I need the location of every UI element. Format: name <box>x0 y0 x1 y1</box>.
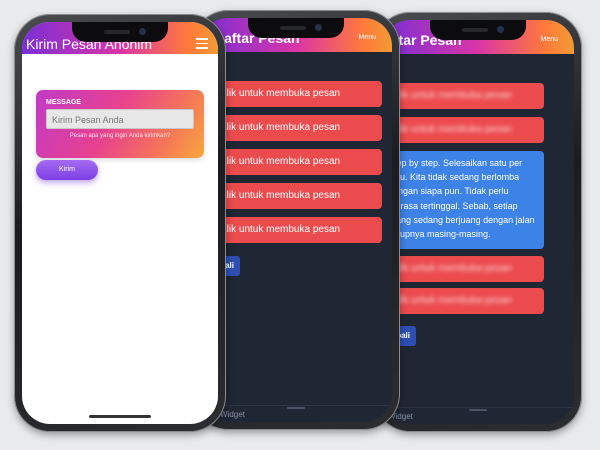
message-item[interactable]: Klik untuk membuka pesan <box>200 115 382 141</box>
send-message-screen: Kirim Pesan Anonim MESSAGE Kirim Pesan A… <box>22 22 218 424</box>
camera-icon <box>139 28 146 35</box>
hamburger-icon[interactable] <box>196 38 208 52</box>
send-button[interactable]: Kirim <box>36 160 98 180</box>
message-item[interactable]: Klik untuk membuka pesan <box>382 117 544 143</box>
camera-icon <box>497 26 504 33</box>
message-label: MESSAGE <box>46 99 82 106</box>
menu-button[interactable]: Menu <box>358 34 376 41</box>
notch <box>430 20 526 40</box>
widget-tab[interactable]: Widget <box>220 410 245 419</box>
opened-message: Step by step. Selesaikan satu per satu. … <box>382 151 544 249</box>
camera-icon <box>315 24 322 31</box>
menu-button[interactable]: Menu <box>540 36 558 43</box>
message-input[interactable]: Kirim Pesan Anda <box>46 109 194 129</box>
footer-divider <box>200 405 392 406</box>
notch <box>248 18 344 38</box>
drag-handle[interactable] <box>469 409 487 411</box>
message-item[interactable]: Klik untuk membuka pesan <box>200 217 382 243</box>
phone-frame-left: Kirim Pesan Anonim MESSAGE Kirim Pesan A… <box>14 14 226 432</box>
drag-handle[interactable] <box>287 407 305 409</box>
notch <box>72 22 168 42</box>
message-card: MESSAGE Kirim Pesan Anda Pesan apa yang … <box>36 90 204 158</box>
message-item[interactable]: Klik untuk membuka pesan <box>200 149 382 175</box>
message-item[interactable]: Klik untuk membuka pesan <box>200 81 382 107</box>
home-indicator <box>89 415 151 418</box>
message-list-screen-opened: Daftar Pesan Menu Klik untuk membuka pes… <box>382 20 574 424</box>
message-item[interactable]: Klik untuk membuka pesan <box>200 183 382 209</box>
message-item[interactable]: Klik untuk membuka pesan <box>382 256 544 282</box>
phone-frame-right: Daftar Pesan Menu Klik untuk membuka pes… <box>374 12 582 432</box>
message-item[interactable]: Klik untuk membuka pesan <box>382 83 544 109</box>
footer-divider <box>382 407 574 408</box>
message-item[interactable]: Klik untuk membuka pesan <box>382 288 544 314</box>
message-list-screen: Daftar Pesan Menu Klik untuk membuka pes… <box>200 18 392 422</box>
message-hint: Pesan apa yang ingin Anda kirimkan? <box>69 133 171 139</box>
